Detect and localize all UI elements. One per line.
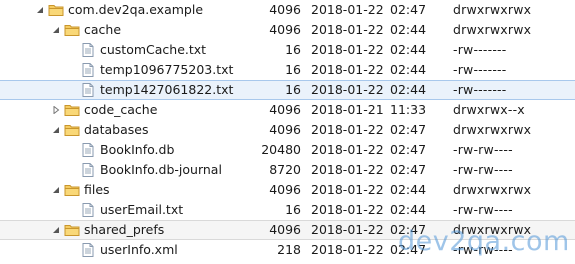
item-size: 4096 — [269, 122, 301, 137]
collapse-arrow-icon[interactable] — [52, 126, 60, 134]
item-permissions: -rw-rw---- — [453, 202, 513, 217]
item-permissions: -rw------- — [453, 62, 507, 77]
file-icon — [80, 42, 96, 58]
item-name: userInfo.xml — [100, 242, 178, 257]
item-size: 20480 — [261, 142, 301, 157]
item-size: 4096 — [269, 2, 301, 17]
item-permissions: drwxrwxrwx — [453, 22, 532, 37]
folder-icon — [64, 22, 80, 38]
item-permissions: -rw-rw---- — [453, 162, 513, 177]
item-permissions: -rw------- — [453, 42, 507, 57]
item-size: 8720 — [269, 162, 301, 177]
file-icon — [80, 202, 96, 218]
folder-icon — [64, 182, 80, 198]
item-permissions: -rw-rw---- — [453, 142, 513, 157]
item-date: 2018-01-22 — [311, 122, 384, 137]
item-date: 2018-01-22 — [311, 222, 384, 237]
folder-icon — [64, 122, 80, 138]
item-time: 11:33 — [390, 102, 427, 117]
tree-row-useremail-txt[interactable]: userEmail.txt 16 2018-01-22 02:44 -rw-rw… — [0, 200, 575, 220]
item-date: 2018-01-22 — [311, 22, 384, 37]
tree-row-customcache-txt[interactable]: customCache.txt 16 2018-01-22 02:44 -rw-… — [0, 40, 575, 60]
collapse-arrow-icon[interactable] — [52, 186, 60, 194]
item-name: com.dev2qa.example — [68, 2, 204, 17]
item-date: 2018-01-22 — [311, 42, 384, 57]
item-date: 2018-01-22 — [311, 82, 384, 97]
item-time: 02:47 — [390, 162, 427, 177]
item-date: 2018-01-22 — [311, 202, 384, 217]
item-time: 02:44 — [390, 202, 427, 217]
item-size: 4096 — [269, 102, 301, 117]
item-name: cache — [84, 22, 122, 37]
item-time: 02:44 — [390, 182, 427, 197]
item-date: 2018-01-22 — [311, 2, 384, 17]
tree-row-code-cache[interactable]: code_cache 4096 2018-01-21 11:33 drwxrwx… — [0, 100, 575, 120]
tree-rows: com.dev2qa.example 4096 2018-01-22 02:47… — [0, 0, 575, 260]
item-name: temp1427061822.txt — [100, 82, 234, 97]
folder-icon — [64, 222, 80, 238]
item-name: databases — [84, 122, 149, 137]
item-permissions: drwxrwxrwx — [453, 122, 532, 137]
expand-arrow-icon[interactable] — [52, 106, 60, 114]
item-name: customCache.txt — [100, 42, 207, 57]
collapse-arrow-icon[interactable] — [36, 6, 44, 14]
tree-row-temp1427061822-txt[interactable]: temp1427061822.txt 16 2018-01-22 02:44 -… — [0, 80, 575, 100]
item-time: 02:44 — [390, 62, 427, 77]
item-permissions: -rw------- — [453, 82, 507, 97]
item-time: 02:44 — [390, 82, 427, 97]
tree-row-files[interactable]: files 4096 2018-01-22 02:44 drwxrwxrwx — [0, 180, 575, 200]
item-size: 16 — [285, 82, 301, 97]
item-size: 4096 — [269, 182, 301, 197]
item-size: 218 — [277, 242, 301, 257]
tree-row-bookinfo-db[interactable]: BookInfo.db 20480 2018-01-22 02:47 -rw-r… — [0, 140, 575, 160]
folder-icon — [64, 102, 80, 118]
tree-row-bookinfo-db-journal[interactable]: BookInfo.db-journal 8720 2018-01-22 02:4… — [0, 160, 575, 180]
file-icon — [80, 62, 96, 78]
item-date: 2018-01-22 — [311, 142, 384, 157]
file-icon — [80, 242, 96, 258]
tree-row-temp1096775203-txt[interactable]: temp1096775203.txt 16 2018-01-22 02:44 -… — [0, 60, 575, 80]
item-name: userEmail.txt — [100, 202, 184, 217]
item-name: BookInfo.db-journal — [100, 162, 222, 177]
tree-row-cache[interactable]: cache 4096 2018-01-22 02:44 drwxrwxrwx — [0, 20, 575, 40]
collapse-arrow-icon[interactable] — [52, 226, 60, 234]
tree-row-databases[interactable]: databases 4096 2018-01-22 02:47 drwxrwxr… — [0, 120, 575, 140]
item-time: 02:44 — [390, 42, 427, 57]
item-name: files — [84, 182, 110, 197]
item-size: 16 — [285, 202, 301, 217]
item-time: 02:47 — [390, 2, 427, 17]
collapse-arrow-icon[interactable] — [52, 26, 60, 34]
tree-row-com-dev2qa-example[interactable]: com.dev2qa.example 4096 2018-01-22 02:47… — [0, 0, 575, 20]
item-name: temp1096775203.txt — [100, 62, 234, 77]
item-date: 2018-01-21 — [311, 102, 384, 117]
file-icon — [80, 82, 96, 98]
item-permissions: drwxrwxrwx — [453, 182, 532, 197]
item-date: 2018-01-22 — [311, 242, 384, 257]
item-size: 16 — [285, 42, 301, 57]
file-icon — [80, 142, 96, 158]
file-explorer-tree: com.dev2qa.example 4096 2018-01-22 02:47… — [0, 0, 575, 260]
item-time: 02:47 — [390, 122, 427, 137]
item-name: code_cache — [84, 102, 158, 117]
item-name: BookInfo.db — [100, 142, 175, 157]
item-date: 2018-01-22 — [311, 162, 384, 177]
item-size: 4096 — [269, 22, 301, 37]
item-name: shared_prefs — [84, 222, 165, 237]
item-permissions: drwxrwx--x — [453, 102, 525, 117]
item-permissions: drwxrwxrwx — [453, 2, 532, 17]
item-size: 4096 — [269, 222, 301, 237]
item-time: 02:44 — [390, 22, 427, 37]
item-size: 16 — [285, 62, 301, 77]
folder-icon — [48, 2, 64, 18]
item-date: 2018-01-22 — [311, 62, 384, 77]
file-icon — [80, 162, 96, 178]
item-time: 02:47 — [390, 142, 427, 157]
watermark-text: dev2qa.com — [398, 226, 570, 257]
item-date: 2018-01-22 — [311, 182, 384, 197]
